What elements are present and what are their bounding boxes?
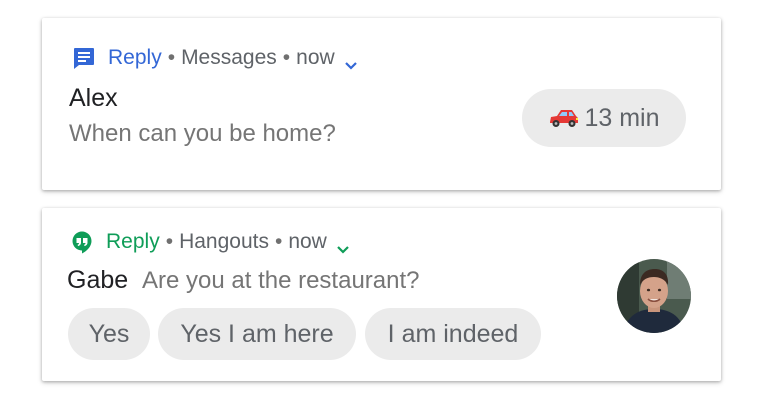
separator-dot: • [167, 46, 176, 69]
timestamp: now [296, 46, 335, 69]
avatar[interactable] [617, 259, 691, 333]
eta-chip-label: 13 min [584, 103, 660, 132]
sender-name: Gabe [67, 266, 129, 294]
hangouts-notification[interactable]: Reply • Hangouts • now Gabe Are you at t… [42, 208, 721, 381]
smart-reply-chip[interactable]: I am indeed [365, 308, 541, 360]
separator-dot: • [165, 230, 174, 253]
chevron-down-icon[interactable] [344, 53, 358, 70]
notification-header: Reply • Messages • now [72, 46, 358, 70]
reply-action-label[interactable]: Reply [108, 46, 162, 70]
car-icon [548, 107, 580, 129]
eta-chip[interactable]: 13 min [522, 89, 686, 147]
hangouts-icon [70, 230, 94, 254]
reply-action-label[interactable]: Reply [106, 230, 160, 254]
separator-dot: • [282, 46, 291, 69]
timestamp: now [288, 230, 327, 253]
notification-header: Reply • Hangouts • now [70, 230, 350, 254]
smart-reply-chip[interactable]: Yes I am here [158, 308, 356, 360]
messages-notification[interactable]: Reply • Messages • now Alex When can you… [42, 18, 721, 190]
message-text: Are you at the restaurant? [142, 267, 420, 294]
app-name: Messages [181, 46, 277, 69]
smart-reply-chip[interactable]: Yes [68, 308, 150, 360]
message-text: When can you be home? [69, 120, 336, 147]
app-name: Hangouts [179, 230, 269, 253]
separator-dot: • [274, 230, 283, 253]
sender-name: Alex [69, 84, 118, 112]
messages-icon [72, 46, 96, 70]
chevron-down-icon[interactable] [336, 237, 350, 254]
